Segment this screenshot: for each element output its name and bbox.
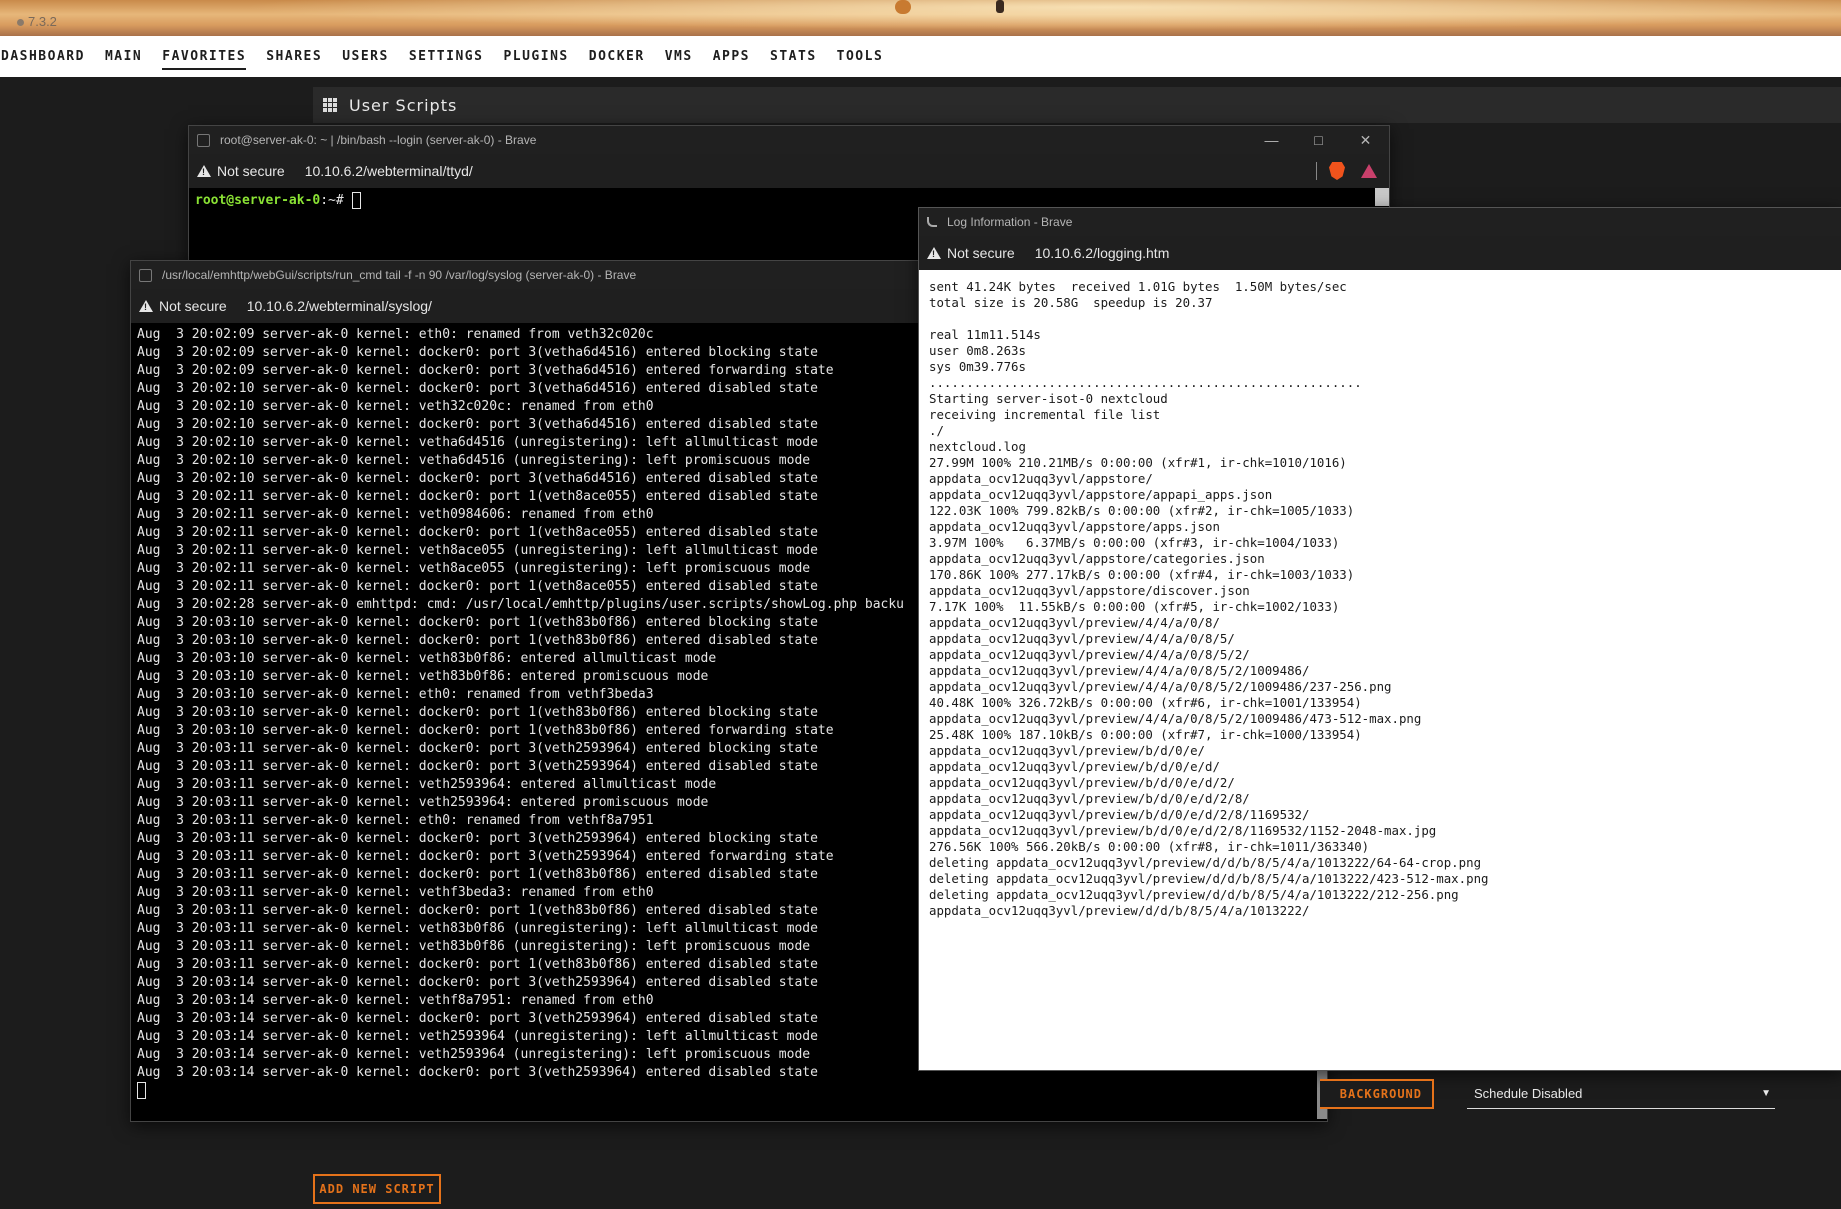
log-line: 7.17K 100% 11.55kB/s 0:00:00 (xfr#5, ir-… bbox=[929, 599, 1340, 614]
log-line: deleting appdata_ocv12uqq3yvl/preview/d/… bbox=[929, 887, 1459, 902]
log-line: appdata_ocv12uqq3yvl/appstore/appapi_app… bbox=[929, 487, 1273, 502]
window-app-icon bbox=[139, 268, 152, 282]
log-line: appdata_ocv12uqq3yvl/preview/4/4/a/0/8/5… bbox=[929, 631, 1235, 646]
log-line: receiving incremental file list bbox=[929, 407, 1161, 422]
version-label: 7.3.2 bbox=[17, 14, 57, 29]
nav-item-tools[interactable]: TOOLS bbox=[837, 49, 904, 64]
log-line: deleting appdata_ocv12uqq3yvl/preview/d/… bbox=[929, 855, 1482, 870]
log-line: nextcloud.log bbox=[929, 439, 1026, 454]
close-icon[interactable]: ✕ bbox=[1342, 132, 1389, 149]
log-line: deleting appdata_ocv12uqq3yvl/preview/d/… bbox=[929, 871, 1489, 886]
cursor bbox=[351, 192, 361, 209]
loading-icon bbox=[927, 217, 937, 227]
banner-figure bbox=[895, 0, 911, 14]
cursor bbox=[137, 1082, 146, 1099]
schedule-select[interactable]: Schedule Disabled ▼ bbox=[1467, 1079, 1775, 1109]
nav-item-shares[interactable]: SHARES bbox=[266, 49, 342, 64]
header-banner: 7.3.2 bbox=[0, 0, 1841, 36]
log-output[interactable]: sent 41.24K bytes received 1.01G bytes 1… bbox=[919, 270, 1841, 1070]
nav-item-dashboard[interactable]: DASHBOARD bbox=[0, 49, 105, 64]
warning-icon bbox=[927, 247, 941, 259]
log-line: appdata_ocv12uqq3yvl/preview/b/d/0/e/d/2… bbox=[929, 775, 1235, 790]
log-line: ./ bbox=[929, 423, 944, 438]
log-information-window: Log Information - Brave Not secure 10.10… bbox=[918, 207, 1841, 1071]
window-titlebar: root@server-ak-0: ~ | /bin/bash --login … bbox=[189, 126, 1389, 154]
not-secure-label: Not secure bbox=[217, 163, 285, 179]
nav-item-settings[interactable]: SETTINGS bbox=[409, 49, 504, 64]
log-line: appdata_ocv12uqq3yvl/preview/4/4/a/0/8/ bbox=[929, 615, 1220, 630]
log-line: user 0m8.263s bbox=[929, 343, 1026, 358]
add-new-script-button[interactable]: ADD NEW SCRIPT bbox=[313, 1174, 441, 1204]
nav-item-apps[interactable]: APPS bbox=[713, 49, 770, 64]
minimize-icon[interactable]: — bbox=[1248, 132, 1295, 149]
brave-shield-icon[interactable] bbox=[1329, 162, 1345, 180]
log-line: appdata_ocv12uqq3yvl/appstore/apps.json bbox=[929, 519, 1220, 534]
chevron-down-icon: ▼ bbox=[1761, 1088, 1771, 1099]
log-line: Starting server-isot-0 nextcloud bbox=[929, 391, 1168, 406]
log-line: appdata_ocv12uqq3yvl/preview/4/4/a/0/8/5… bbox=[929, 679, 1392, 694]
window-title: Log Information - Brave bbox=[947, 215, 1073, 229]
brave-rewards-icon[interactable] bbox=[1361, 164, 1377, 178]
banner-figure bbox=[996, 0, 1004, 13]
log-line: appdata_ocv12uqq3yvl/preview/4/4/a/0/8/5… bbox=[929, 663, 1310, 678]
page-title: User Scripts bbox=[349, 95, 458, 115]
not-secure-label: Not secure bbox=[947, 245, 1015, 261]
log-line: appdata_ocv12uqq3yvl/preview/b/d/0/e/ bbox=[929, 743, 1206, 758]
log-line: 27.99M 100% 210.21MB/s 0:00:00 (xfr#1, i… bbox=[929, 455, 1347, 470]
url-text[interactable]: 10.10.6.2/webterminal/syslog/ bbox=[247, 298, 432, 314]
address-bar[interactable]: Not secure 10.10.6.2/webterminal/ttyd/ bbox=[189, 154, 1389, 188]
log-line: appdata_ocv12uqq3yvl/preview/b/d/0/e/d/2… bbox=[929, 807, 1310, 822]
log-line: 122.03K 100% 799.82kB/s 0:00:00 (xfr#2, … bbox=[929, 503, 1355, 518]
nav-item-plugins[interactable]: PLUGINS bbox=[503, 49, 588, 64]
log-line: appdata_ocv12uqq3yvl/appstore/categories… bbox=[929, 551, 1265, 566]
not-secure-label: Not secure bbox=[159, 298, 227, 314]
maximize-icon[interactable]: □ bbox=[1295, 132, 1342, 149]
page-header: User Scripts bbox=[313, 87, 1841, 123]
log-line: 170.86K 100% 277.17kB/s 0:00:00 (xfr#4, … bbox=[929, 567, 1355, 582]
nav-item-main[interactable]: MAIN bbox=[105, 49, 162, 64]
grid-icon bbox=[323, 98, 337, 112]
scrollbar-arrow[interactable] bbox=[1375, 188, 1389, 206]
warning-icon bbox=[197, 165, 211, 177]
log-line: 3.97M 100% 6.37MB/s 0:00:00 (xfr#3, ir-c… bbox=[929, 535, 1340, 550]
prompt-path: :~# bbox=[320, 193, 344, 208]
window-title: /usr/local/emhttp/webGui/scripts/run_cmd… bbox=[162, 268, 637, 282]
log-line: appdata_ocv12uqq3yvl/preview/b/d/0/e/d/ bbox=[929, 759, 1220, 774]
log-line: appdata_ocv12uqq3yvl/preview/b/d/0/e/d/2… bbox=[929, 791, 1250, 806]
window-titlebar: Log Information - Brave bbox=[919, 208, 1841, 236]
log-line: appdata_ocv12uqq3yvl/appstore/discover.j… bbox=[929, 583, 1250, 598]
nav-item-stats[interactable]: STATS bbox=[770, 49, 837, 64]
log-line: appdata_ocv12uqq3yvl/preview/d/d/b/8/5/4… bbox=[929, 903, 1310, 918]
url-text[interactable]: 10.10.6.2/logging.htm bbox=[1035, 245, 1170, 261]
separator bbox=[1316, 162, 1317, 180]
schedule-select-value: Schedule Disabled bbox=[1474, 1086, 1583, 1101]
window-title: root@server-ak-0: ~ | /bin/bash --login … bbox=[220, 133, 537, 147]
log-line: total size is 20.58G speedup is 20.37 bbox=[929, 295, 1213, 310]
prompt-user: root@server-ak-0 bbox=[195, 193, 321, 208]
log-line: appdata_ocv12uqq3yvl/preview/b/d/0/e/d/2… bbox=[929, 823, 1437, 838]
log-line: sent 41.24K bytes received 1.01G bytes 1… bbox=[929, 279, 1347, 294]
nav-item-vms[interactable]: VMS bbox=[665, 49, 713, 64]
url-text[interactable]: 10.10.6.2/webterminal/ttyd/ bbox=[305, 163, 473, 179]
log-line: 25.48K 100% 187.10kB/s 0:00:00 (xfr#7, i… bbox=[929, 727, 1362, 742]
log-line: sys 0m39.776s bbox=[929, 359, 1026, 374]
syslog-cursor-line bbox=[131, 1082, 1327, 1100]
log-line: real 11m11.514s bbox=[929, 327, 1041, 342]
log-line: appdata_ocv12uqq3yvl/preview/4/4/a/0/8/5… bbox=[929, 711, 1422, 726]
run-in-background-button[interactable]: BACKGROUND bbox=[1320, 1079, 1434, 1109]
nav-item-users[interactable]: USERS bbox=[342, 49, 409, 64]
nav-item-docker[interactable]: DOCKER bbox=[589, 49, 665, 64]
warning-icon bbox=[139, 300, 153, 312]
window-app-icon bbox=[197, 133, 210, 147]
address-bar[interactable]: Not secure 10.10.6.2/logging.htm bbox=[919, 236, 1841, 270]
log-line: 276.56K 100% 566.20kB/s 0:00:00 (xfr#8, … bbox=[929, 839, 1370, 854]
banner-image bbox=[0, 0, 1841, 36]
nav-item-favorites[interactable]: FAVORITES bbox=[162, 49, 266, 70]
log-line: appdata_ocv12uqq3yvl/appstore/ bbox=[929, 471, 1153, 486]
log-line: ........................................… bbox=[929, 375, 1362, 390]
main-nav: DASHBOARD MAIN FAVORITES SHARES USERS SETTING… bbox=[0, 36, 1841, 77]
log-line: appdata_ocv12uqq3yvl/preview/4/4/a/0/8/5… bbox=[929, 647, 1250, 662]
log-line: 40.48K 100% 326.72kB/s 0:00:00 (xfr#6, i… bbox=[929, 695, 1362, 710]
